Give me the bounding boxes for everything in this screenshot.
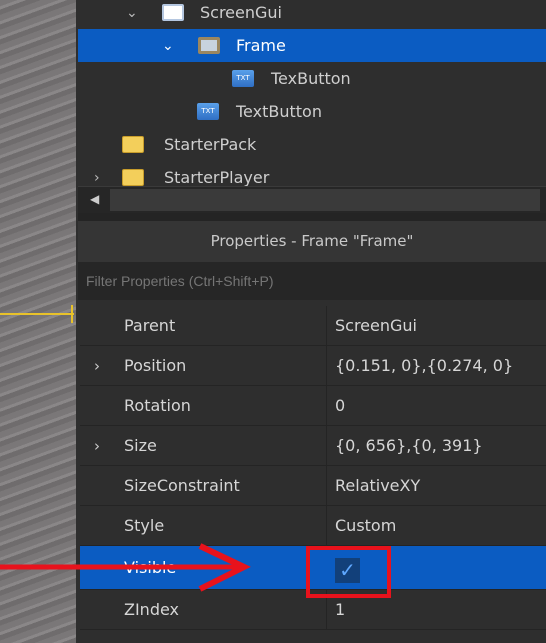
property-value[interactable]: Custom: [335, 506, 396, 546]
textbutton-icon: TXT: [197, 103, 219, 120]
filter-properties-input[interactable]: [78, 262, 546, 300]
chevron-right-icon[interactable]: ›: [94, 346, 100, 386]
textbutton-icon: TXT: [232, 70, 254, 87]
property-value[interactable]: {0.151, 0},{0.274, 0}: [335, 346, 513, 386]
selection-gizmo-handle[interactable]: [71, 305, 73, 323]
annotation-arrow: [0, 543, 251, 592]
annotation-highlight-box: [306, 546, 391, 598]
starterplayer-icon: [122, 169, 144, 186]
property-value[interactable]: 0: [335, 386, 345, 426]
property-value[interactable]: ScreenGui: [335, 306, 417, 346]
tree-item-frame[interactable]: ⌄ Frame: [78, 29, 546, 62]
chevron-down-icon[interactable]: ⌄: [126, 5, 138, 21]
tree-item-screengui[interactable]: ⌄ ScreenGui: [78, 0, 546, 29]
property-row-sizeconstraint[interactable]: SizeConstraint RelativeXY: [80, 466, 546, 506]
starterpack-icon: [122, 136, 144, 153]
property-row-size[interactable]: › Size {0, 656},{0, 391}: [80, 426, 546, 466]
scrollbar-track[interactable]: [110, 189, 540, 211]
scroll-left-icon[interactable]: ◀: [90, 192, 99, 206]
property-row-parent[interactable]: Parent ScreenGui: [80, 306, 546, 346]
panel-divider[interactable]: [78, 213, 546, 221]
property-row-rotation[interactable]: Rotation 0: [80, 386, 546, 426]
tree-item-textbutton[interactable]: TXT TextButton: [78, 95, 546, 128]
horizontal-scrollbar[interactable]: ◀: [78, 186, 546, 213]
properties-title: Properties - Frame "Frame": [78, 221, 546, 262]
property-value[interactable]: {0, 656},{0, 391}: [335, 426, 483, 466]
tree-item-texbutton[interactable]: TXT TexButton: [78, 62, 546, 95]
chevron-right-icon[interactable]: ›: [94, 170, 100, 186]
property-row-position[interactable]: › Position {0.151, 0},{0.274, 0}: [80, 346, 546, 386]
property-value[interactable]: RelativeXY: [335, 466, 420, 506]
selection-gizmo-line: [0, 313, 74, 315]
screengui-icon: [162, 4, 184, 21]
tree-item-starterpack[interactable]: StarterPack: [78, 128, 546, 161]
chevron-right-icon[interactable]: ›: [94, 426, 100, 466]
frame-icon: [198, 37, 220, 54]
chevron-down-icon[interactable]: ⌄: [162, 38, 174, 54]
